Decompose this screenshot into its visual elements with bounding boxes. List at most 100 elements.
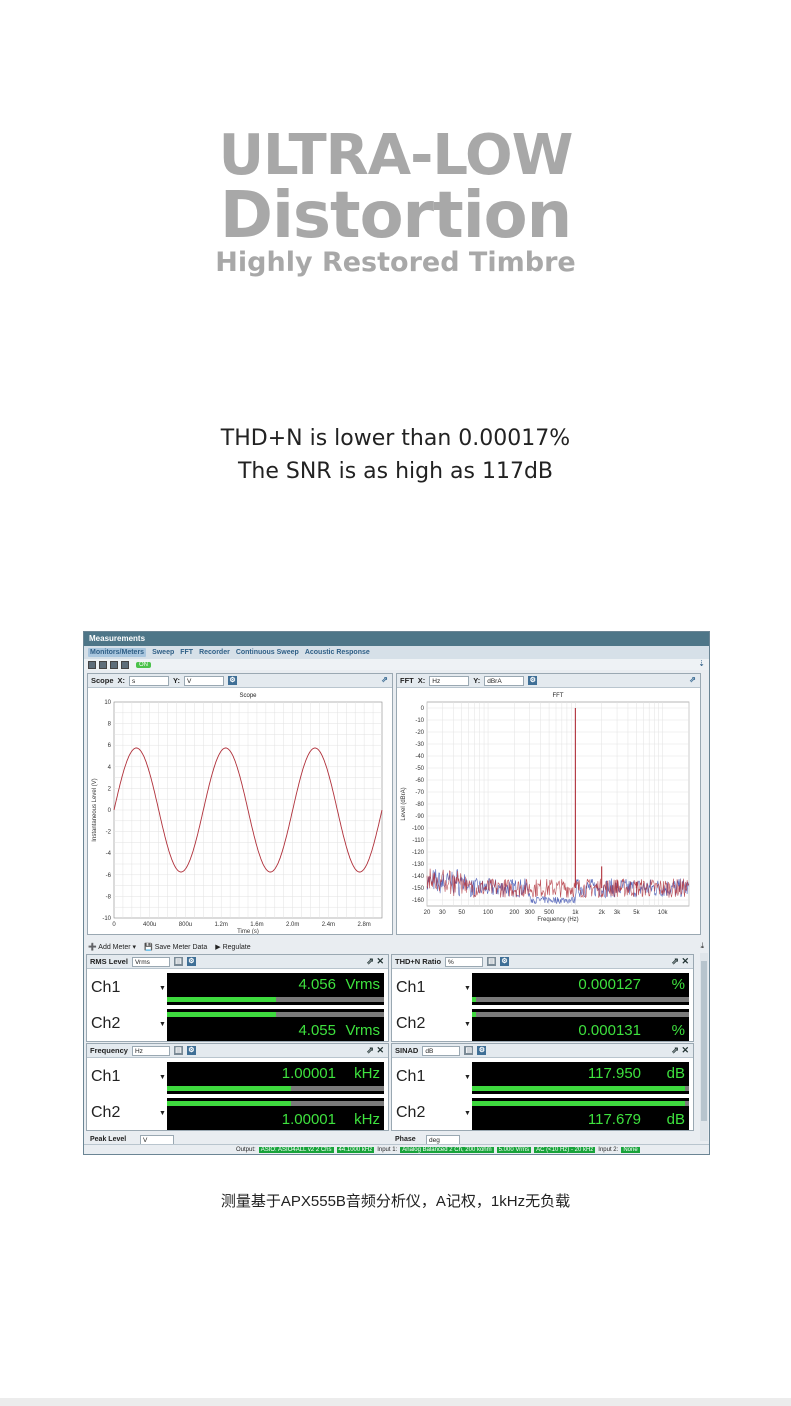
spec-snr: The SNR is as high as 117dB	[237, 459, 554, 484]
scope-y-label: Y:	[173, 676, 180, 685]
output-label: Output:	[236, 1147, 256, 1153]
scope-y-tick: -2	[106, 830, 112, 836]
input2-device[interactable]: None	[621, 1147, 640, 1153]
meter-unit-select[interactable]: %	[445, 956, 484, 967]
gear-icon[interactable]: ⚙	[477, 1046, 487, 1055]
fft-x-tick: 200	[509, 910, 520, 916]
meter-window-icons[interactable]: ⇗ ✕	[671, 1045, 689, 1056]
fft-y-tick: -80	[415, 802, 424, 808]
channel-dropdown-icon[interactable]: ▼	[464, 1074, 471, 1081]
scope-x-label: X:	[117, 676, 126, 685]
gear-icon[interactable]: ⚙	[186, 957, 196, 966]
scope-chart: Scope1086420-2-4-6-8-100 400u 800u 1.2m 1.6m…	[92, 693, 383, 935]
scope-y-tick: 4	[108, 765, 112, 771]
meter-header: Frequency Hz ▤ ⚙ ⇗ ✕	[87, 1044, 388, 1058]
graph-icon[interactable]: ▤	[464, 1046, 474, 1055]
scope-y-tick: -4	[106, 851, 112, 857]
gear-icon[interactable]: ⚙	[186, 1046, 196, 1055]
meter-sinad: SINAD dB ▤ ⚙ ⇗ ✕ Ch1 ▼ 117.950 dB Ch2 ▼ 1…	[391, 1043, 694, 1131]
meter-display: 4.055 Vrms	[167, 1009, 384, 1041]
channel-label: Ch2	[91, 1104, 121, 1121]
graph-icon[interactable]: ▤	[487, 957, 497, 966]
regulate-button[interactable]: ▶ Regulate	[215, 943, 250, 951]
graph-icon[interactable]: ▤	[173, 957, 183, 966]
scope-x-tick: 0	[112, 922, 116, 928]
fft-x-tick: 500	[544, 910, 555, 916]
input1-level[interactable]: 5.000 Vrms	[496, 1147, 532, 1153]
channel-dropdown-icon[interactable]: ▼	[159, 1074, 166, 1081]
meter-title: THD+N Ratio	[395, 957, 442, 966]
tab-sweep[interactable]: Sweep	[152, 649, 174, 656]
channel-dropdown-icon[interactable]: ▼	[159, 985, 166, 992]
measurement-caption: 测量基于APX555B音频分析仪，A记权，1kHz无负载	[220, 1193, 571, 1210]
graph-icon[interactable]: ▤	[173, 1046, 183, 1055]
meter-window-icons[interactable]: ⇗ ✕	[366, 1045, 384, 1056]
save-icon[interactable]	[88, 660, 96, 669]
fft-x-tick: 10k	[658, 910, 669, 916]
gear-icon[interactable]: ⚙	[227, 676, 237, 685]
meter-rms-level: RMS Level Vrms ▤ ⚙ ⇗ ✕ Ch1 ▼ 4.056 Vrms C…	[86, 954, 389, 1042]
fft-x-unit-select[interactable]: Hz	[429, 675, 470, 686]
fft-header: FFT X: Hz Y: dBrA ⚙ ⇗	[397, 674, 700, 688]
scope-panel: Scope X: s Y: V ⚙ ⇗ Scope 10 8 6 4 2 0 -2 -4 -6 -8…	[87, 673, 393, 935]
gear-icon[interactable]: ⚙	[528, 676, 538, 685]
fft-y-tick: -130	[412, 862, 425, 868]
scope-x-unit-select[interactable]: s	[129, 675, 170, 686]
output-rate[interactable]: 44.1000 kHz	[336, 1147, 375, 1153]
meter-window-icons[interactable]: ⇗ ✕	[671, 956, 689, 967]
tab-fft[interactable]: FFT	[180, 649, 193, 656]
add-meter-button[interactable]: ➕ Add Meter ▾	[88, 943, 136, 951]
fft-y-unit-select[interactable]: dBrA	[484, 675, 525, 686]
pin-icon[interactable]: ⤓	[700, 941, 704, 951]
meter-value: 1.00001	[281, 1111, 336, 1128]
tab-continuous-sweep[interactable]: Continuous Sweep	[236, 649, 299, 656]
scope-x-tick: 800u	[179, 922, 192, 928]
meter-unit-select[interactable]: dB	[422, 1045, 461, 1056]
input1-filter[interactable]: AC (<10 Hz) - 20 kHz	[534, 1147, 596, 1153]
channel-dropdown-icon[interactable]: ▼	[464, 1110, 471, 1117]
channel-dropdown-icon[interactable]: ▼	[159, 1110, 166, 1117]
meter-window-icons[interactable]: ⇗ ✕	[366, 956, 384, 967]
channel-label: Ch1	[91, 1068, 121, 1085]
scope-x-axis-label: Time (s)	[237, 929, 259, 934]
save-meter-data-button[interactable]: 💾 Save Meter Data	[144, 943, 207, 951]
tab-acoustic-response[interactable]: Acoustic Response	[305, 649, 370, 656]
meter-scrollbar[interactable]	[700, 953, 708, 1141]
collapse-icon[interactable]: ⇣	[698, 659, 705, 668]
meter-unit: dB	[666, 1065, 685, 1082]
channel-dropdown-icon[interactable]: ▼	[159, 1021, 166, 1028]
popout-icon[interactable]: ⇗	[381, 675, 388, 684]
fft-x-tick: 300	[525, 910, 536, 916]
fft-y-tick: -20	[415, 730, 424, 736]
chart-icon[interactable]	[121, 660, 129, 669]
tab-recorder[interactable]: Recorder	[199, 649, 230, 656]
table-icon[interactable]	[99, 660, 107, 669]
tab-monitors-meters[interactable]: Monitors/Meters	[88, 648, 147, 657]
fft-panel: FFT X: Hz Y: dBrA ⚙ ⇗ FFT 0 -10 -20 -30 -40 -5…	[396, 673, 701, 935]
channel-dropdown-icon[interactable]: ▼	[464, 1021, 471, 1028]
output-device[interactable]: ASIO: ASIO4ALL v2 2 Chs	[258, 1147, 334, 1153]
scope-x-tick: 2.8m	[357, 922, 370, 928]
scrollbar-thumb[interactable]	[701, 961, 707, 1121]
meter-unit-select[interactable]: Vrms	[131, 956, 170, 967]
download-icon[interactable]	[110, 660, 118, 669]
fft-y-tick: -60	[415, 778, 424, 784]
fft-y-tick: -30	[415, 742, 424, 748]
meter-unit-select[interactable]: Hz	[131, 1045, 170, 1056]
fft-y-tick: -10	[415, 718, 424, 724]
scope-x-tick: 400u	[143, 922, 156, 928]
popout-icon[interactable]: ⇗	[689, 675, 696, 684]
meter-header: THD+N Ratio % ▤ ⚙ ⇗ ✕	[392, 955, 693, 969]
meter-value: 4.055	[298, 1022, 336, 1039]
on-toggle[interactable]: ON	[136, 661, 151, 668]
meter-channel-row: Ch1 ▼ 1.00001 kHz	[87, 1060, 388, 1096]
channel-dropdown-icon[interactable]: ▼	[464, 985, 471, 992]
scope-y-unit-select[interactable]: V	[183, 675, 224, 686]
input1-device[interactable]: Analog Balanced 2 Ch, 200 kohm	[400, 1147, 494, 1153]
gear-icon[interactable]: ⚙	[500, 957, 510, 966]
meter-bar-fill	[167, 997, 276, 1002]
scope-y-axis-label: Instantaneous Level (V)	[92, 778, 98, 841]
product-page: ULTRA-LOW Distortion Highly Restored Tim…	[0, 0, 791, 1406]
meter-display: 1.00001 kHz	[167, 1062, 384, 1094]
channel-label: Ch2	[396, 1104, 426, 1121]
